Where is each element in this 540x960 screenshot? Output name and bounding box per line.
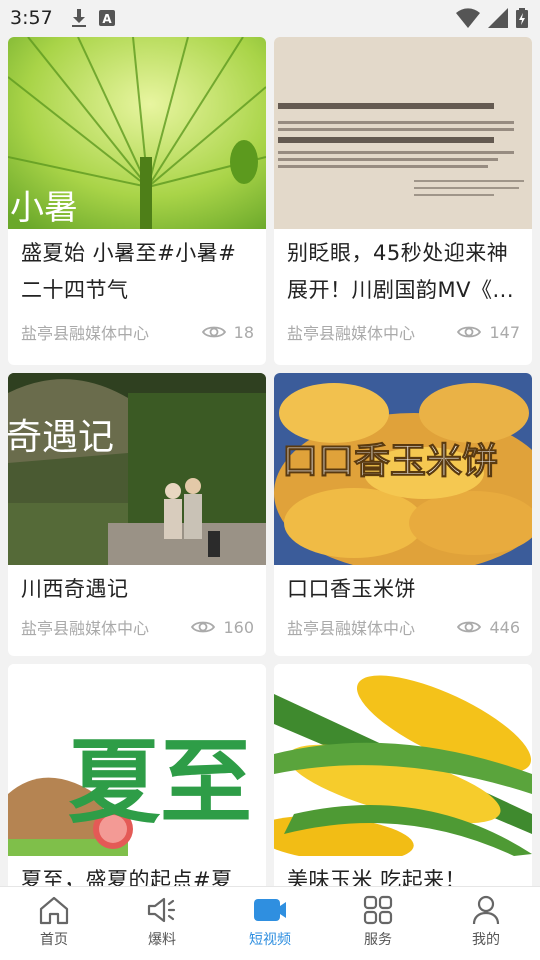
- nav-label: 我的: [472, 932, 500, 948]
- video-title[interactable]: 盛夏始 小暑至#小暑#二十四节气: [8, 229, 266, 309]
- source-label: 盐亭县融媒体中心: [287, 324, 416, 343]
- video-thumbnail[interactable]: [274, 37, 532, 229]
- source-label: 盐亭县融媒体中心: [21, 619, 150, 638]
- signal-icon: [488, 8, 508, 28]
- eye-icon: [201, 326, 226, 338]
- view-count: 18: [201, 322, 254, 342]
- video-title[interactable]: 口口香玉米饼: [274, 565, 532, 608]
- video-card[interactable]: 口口香玉米饼 口口香玉米饼 盐亭县融媒体中心 446: [274, 373, 532, 656]
- view-count-value: 446: [489, 617, 520, 637]
- video-card[interactable]: 小暑 盛夏始 小暑至#小暑#二十四节气 盐亭县融媒体中心 18: [8, 37, 266, 365]
- video-thumbnail[interactable]: [274, 664, 532, 856]
- video-thumbnail[interactable]: 奇遇记: [8, 373, 266, 565]
- eye-icon: [457, 326, 482, 338]
- view-count-value: 160: [223, 617, 254, 637]
- battery-icon: [516, 8, 528, 28]
- video-meta: 盐亭县融媒体中心 147: [274, 313, 532, 351]
- video-meta: 盐亭县融媒体中心 446: [274, 608, 532, 646]
- video-thumbnail[interactable]: 口口香玉米饼: [274, 373, 532, 565]
- view-count-value: 18: [233, 322, 254, 342]
- eye-icon: [191, 621, 216, 633]
- video-card[interactable]: 夏至 夏至，盛夏的起点#夏至: [8, 664, 266, 886]
- svg-text:A: A: [102, 12, 112, 26]
- thumbnail-caption: 奇遇记: [8, 417, 114, 458]
- view-count: 446: [457, 618, 520, 637]
- video-thumbnail[interactable]: 夏至: [8, 664, 266, 856]
- video-icon: [254, 899, 286, 921]
- video-feed[interactable]: 小暑 盛夏始 小暑至#小暑#二十四节气 盐亭县融媒体中心 18 别眨眼，45秒处…: [0, 36, 540, 886]
- user-icon: [472, 895, 500, 925]
- video-meta: 盐亭县融媒体中心 18: [8, 313, 266, 351]
- nav-label: 首页: [40, 932, 68, 948]
- bottom-nav: 首页 爆料 短视频 服务 我的: [0, 886, 540, 960]
- thumbnail-caption: 口口香玉米饼: [282, 441, 498, 482]
- video-thumbnail[interactable]: 小暑: [8, 37, 266, 229]
- thumbnail-caption: 小暑: [10, 188, 78, 228]
- status-bar: 3:57 A: [0, 0, 540, 36]
- status-time: 3:57: [10, 7, 53, 29]
- wifi-icon: [456, 8, 480, 28]
- source-label: 盐亭县融媒体中心: [287, 619, 416, 638]
- video-title[interactable]: 美味玉米 吃起来！: [274, 856, 532, 886]
- nav-report[interactable]: 爆料: [108, 887, 216, 960]
- download-icon: [71, 9, 86, 27]
- nav-home[interactable]: 首页: [0, 887, 108, 960]
- megaphone-icon: [147, 897, 176, 923]
- nav-label: 服务: [364, 932, 392, 948]
- video-title[interactable]: 别眨眼，45秒处迎来神展开！川剧国韵MV《...: [274, 229, 532, 309]
- video-title[interactable]: 夏至，盛夏的起点#夏至: [8, 856, 266, 886]
- font-a-icon: A: [98, 10, 115, 26]
- video-card[interactable]: 美味玉米 吃起来！: [274, 664, 532, 886]
- nav-label: 爆料: [148, 932, 176, 948]
- video-card[interactable]: 奇遇记 川西奇遇记 盐亭县融媒体中心 160: [8, 373, 266, 656]
- video-title[interactable]: 川西奇遇记: [8, 565, 266, 608]
- source-label: 盐亭县融媒体中心: [21, 324, 150, 343]
- view-count: 160: [191, 618, 254, 637]
- video-card[interactable]: 别眨眼，45秒处迎来神展开！川剧国韵MV《... 盐亭县融媒体中心 147: [274, 37, 532, 365]
- view-count: 147: [457, 323, 520, 342]
- thumbnail-caption: 夏至: [68, 728, 252, 836]
- eye-icon: [457, 621, 482, 633]
- grid-icon: [363, 895, 393, 925]
- nav-profile[interactable]: 我的: [432, 887, 540, 960]
- home-icon: [39, 896, 69, 925]
- view-count-value: 147: [489, 322, 520, 342]
- video-meta: 盐亭县融媒体中心 160: [8, 608, 266, 646]
- nav-label: 短视频: [249, 932, 291, 948]
- nav-services[interactable]: 服务: [324, 887, 432, 960]
- nav-short-video[interactable]: 短视频: [216, 887, 324, 960]
